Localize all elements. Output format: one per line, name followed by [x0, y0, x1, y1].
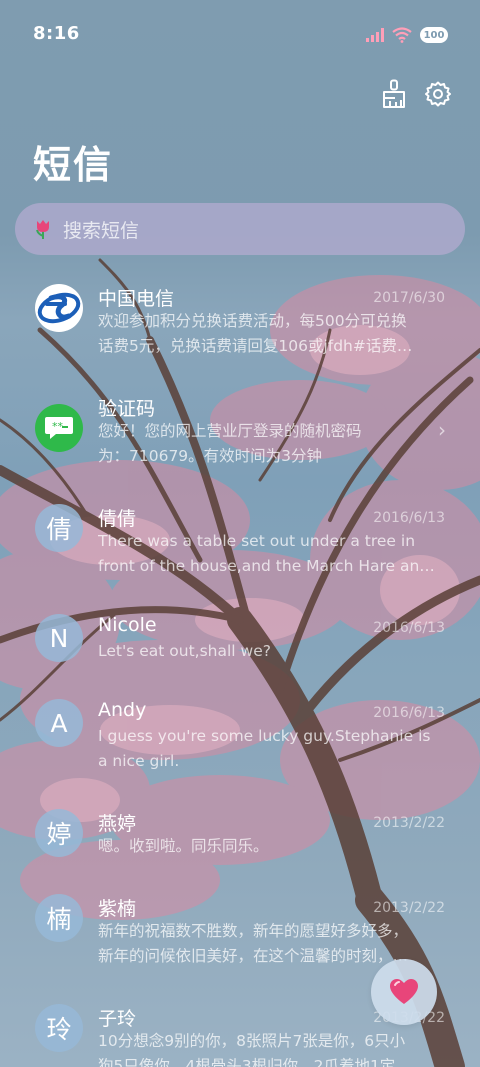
message-preview: 10分想念9别的你，8张照片7张是你，6只小 狗5只像你，4根骨头3根归你，2爪… [98, 1029, 443, 1067]
preview-line: 10分想念9别的你，8张照片7张是你，6只小 [98, 1032, 406, 1050]
sender-name: Andy [98, 699, 147, 721]
sender-name: Nicole [98, 614, 157, 636]
svg-text:**: ** [52, 420, 64, 433]
message-date: 2013/2/22 [373, 900, 445, 916]
preview-line: a nice girl. [98, 752, 180, 770]
sender-name: 中国电信 [98, 288, 175, 310]
heart-icon [390, 979, 418, 1004]
preview-line: Let's eat out,shall we? [98, 642, 271, 660]
sender-name: 倩倩 [98, 508, 137, 530]
preview-line: 话费5元，兑换话费请回复106或jfdh#话费… [98, 337, 413, 355]
broom-clean-icon[interactable] [380, 78, 408, 110]
tulip-icon [36, 220, 49, 239]
conversation-item[interactable]: 婷 燕婷 2013/2/22 嗯。收到啦。同乐同乐。 [0, 797, 480, 875]
avatar: 婷 [35, 809, 83, 857]
gear-icon[interactable] [424, 78, 452, 110]
search-bar[interactable]: 搜索短信 [15, 203, 465, 255]
status-icons: 100 [366, 24, 448, 46]
sender-name: 燕婷 [98, 813, 137, 835]
preview-line: 您好！您的网上营业厅登录的随机密码 [98, 422, 362, 440]
conversation-item[interactable]: 倩 倩倩 2016/6/13 There was a table set out… [0, 492, 480, 592]
conversation-item[interactable]: A Andy 2016/6/13 I guess you're some luc… [0, 687, 480, 787]
message-preview: I guess you're some lucky guy.Stephanie … [98, 724, 443, 774]
message-preview: 欢迎参加积分兑换话费活动，每500分可兑换 话费5元，兑换话费请回复106或jf… [98, 309, 443, 359]
avatar: N [35, 614, 83, 662]
preview-line: 新年的祝福数不胜数，新年的愿望好多好多， [98, 922, 409, 940]
avatar: A [35, 699, 83, 747]
avatar: 楠 [35, 894, 83, 942]
compose-button[interactable] [371, 959, 437, 1025]
message-date: 2017/6/30 [373, 290, 445, 306]
message-date: 2016/6/13 [373, 705, 445, 721]
message-preview: 您好！您的网上营业厅登录的随机密码 为：710679。有效时间为3分钟 [98, 419, 443, 469]
avatar: 倩 [35, 504, 83, 552]
preview-line: front of the house,and the March Hare an… [98, 557, 435, 575]
verification-chat-icon: ** [35, 404, 83, 452]
preview-line: 狗5只像你，4根骨头3根归你，2爪着地1定 [98, 1057, 396, 1067]
top-actions [380, 78, 452, 110]
preview-line: There was a table set out under a tree i… [98, 532, 416, 550]
message-date: 2013/2/22 [373, 815, 445, 831]
message-date: 2016/6/13 [373, 510, 445, 526]
status-time: 8:16 [33, 23, 80, 44]
message-preview: Let's eat out,shall we? [98, 639, 443, 664]
china-telecom-logo-icon [35, 284, 83, 332]
conversation-item[interactable]: 中国电信 2017/6/30 欢迎参加积分兑换话费活动，每500分可兑换 话费5… [0, 272, 480, 372]
battery-icon: 100 [420, 27, 448, 43]
message-preview: There was a table set out under a tree i… [98, 529, 443, 579]
signal-icon [366, 28, 384, 42]
wifi-icon [392, 27, 412, 43]
message-preview: 嗯。收到啦。同乐同乐。 [98, 834, 443, 859]
preview-line: 欢迎参加积分兑换话费活动，每500分可兑换 [98, 312, 407, 330]
search-input[interactable]: 搜索短信 [63, 216, 139, 243]
conversation-item[interactable]: N Nicole 2016/6/13 Let's eat out,shall w… [0, 602, 480, 680]
status-bar: 8:16 100 [0, 0, 480, 68]
page-title: 短信 [33, 143, 114, 187]
sender-name: 紫楠 [98, 898, 137, 920]
message-date: 2016/6/13 [373, 620, 445, 636]
sender-name: 验证码 [98, 398, 156, 420]
conversation-item[interactable]: ** 验证码 › 您好！您的网上营业厅登录的随机密码 为：710679。有效时间… [0, 382, 480, 482]
sender-name: 子玲 [98, 1008, 137, 1030]
preview-line: 为：710679。有效时间为3分钟 [98, 447, 323, 465]
preview-line: 嗯。收到啦。同乐同乐。 [98, 837, 269, 855]
preview-line: I guess you're some lucky guy.Stephanie … [98, 727, 431, 745]
avatar: 玲 [35, 1004, 83, 1052]
